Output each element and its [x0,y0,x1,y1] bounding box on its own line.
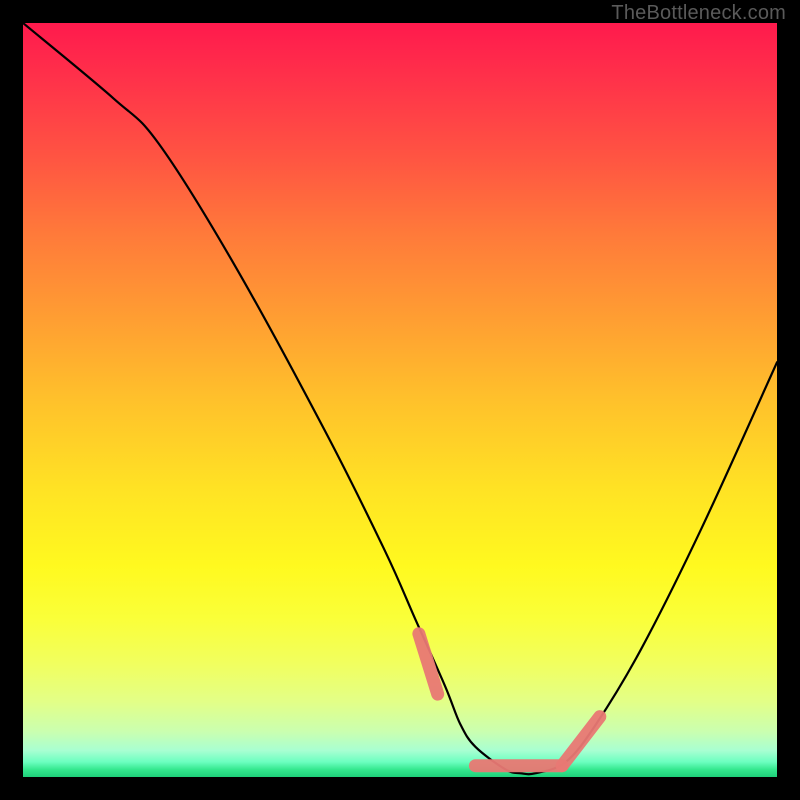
chart-frame: TheBottleneck.com [0,0,800,800]
watermark-text: TheBottleneck.com [611,2,786,25]
plot-area [23,23,777,777]
curve-layer [23,23,777,777]
bottleneck-curve [23,23,777,774]
highlight-segments [419,634,600,766]
